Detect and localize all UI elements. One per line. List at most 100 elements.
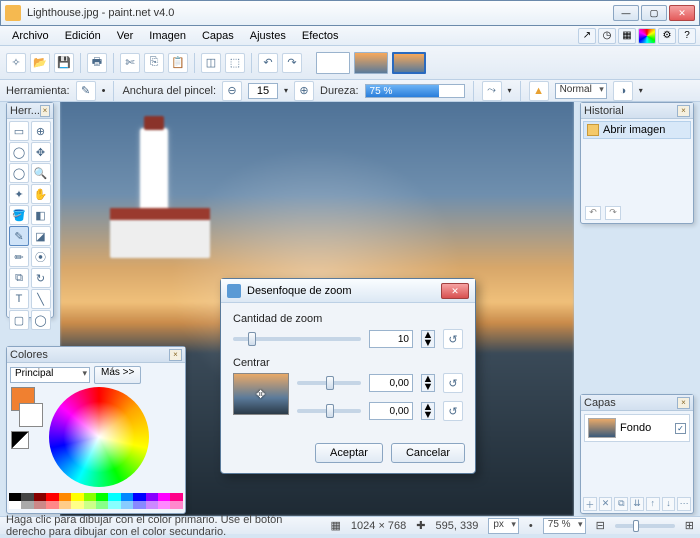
colors-panel-close[interactable]: × [169,349,182,361]
center-y-spinner[interactable]: ▲▼ [421,402,435,420]
layer-duplicate-button[interactable]: ⧉ [614,497,628,511]
tool-move-sel[interactable]: ✥ [31,142,51,162]
paste-button[interactable]: 📋 [168,53,188,73]
tool-fill[interactable]: 🪣 [9,205,29,225]
layer-row[interactable]: Fondo ✓ [584,414,690,442]
dialog-titlebar[interactable]: Desenfoque de zoom ✕ [221,279,475,303]
center-y-reset-button[interactable]: ↺ [443,401,463,421]
zoom-in-button[interactable]: ⊞ [685,519,694,532]
settings-icon[interactable]: ⚙ [658,28,676,44]
layer-props-button[interactable]: ⋯ [677,497,691,511]
tool-line[interactable]: ╲ [31,289,51,309]
menu-ver[interactable]: Ver [109,28,142,44]
colors-more-button[interactable]: Más >> [94,366,141,384]
center-y-slider[interactable] [297,409,361,413]
blend-mode-dropdown[interactable]: Normal [555,83,607,99]
redo-button[interactable]: ↷ [282,53,302,73]
tool-ellipse-select[interactable]: ◯ [9,163,29,183]
print-button[interactable]: 🖶 [87,53,107,73]
tool-lasso[interactable]: ◯ [9,142,29,162]
menu-archivo[interactable]: Archivo [4,28,57,44]
center-x-spinner[interactable]: ▲▼ [421,374,435,392]
tool-rect[interactable]: ▢ [9,310,29,330]
tool-recolor[interactable]: ↻ [31,268,51,288]
dialog-ok-button[interactable]: Aceptar [315,443,383,463]
minimize-button[interactable]: — [613,5,639,21]
amount-input[interactable] [369,330,413,348]
center-x-slider[interactable] [297,381,361,385]
history-undo-button[interactable]: ↶ [585,206,601,220]
panel-toggle-tools-icon[interactable]: ↗ [578,28,596,44]
menu-imagen[interactable]: Imagen [141,28,194,44]
doc-thumb-2[interactable] [354,52,388,74]
layer-up-button[interactable]: ↑ [646,497,660,511]
close-button[interactable]: ✕ [669,5,695,21]
layer-add-button[interactable]: ＋ [583,497,597,511]
doc-thumb-1[interactable] [316,52,350,74]
new-button[interactable]: ✧ [6,53,26,73]
tool-gradient[interactable]: ◧ [31,205,51,225]
hardness-slider[interactable]: 75 % [365,84,465,98]
crop-button[interactable]: ◫ [201,53,221,73]
menu-ajustes[interactable]: Ajustes [242,28,294,44]
layer-visible-checkbox[interactable]: ✓ [675,423,686,434]
layer-delete-button[interactable]: ✕ [599,497,613,511]
color-mode-dropdown[interactable]: Principal [10,367,90,383]
center-preview[interactable] [233,373,289,415]
secondary-swatch[interactable] [19,403,43,427]
tool-wand[interactable]: ✦ [9,184,29,204]
menu-capas[interactable]: Capas [194,28,242,44]
overwrite-icon[interactable]: ◑ [613,81,633,101]
tool-rect-select[interactable]: ▭ [9,121,29,141]
center-x-reset-button[interactable]: ↺ [443,373,463,393]
zoom-dropdown[interactable]: 75 % [543,518,586,534]
zoom-out-button[interactable]: ⊟ [596,519,605,532]
tool-text[interactable]: T [9,289,29,309]
center-y-input[interactable] [369,402,413,420]
blend-icon[interactable]: ▲ [529,81,549,101]
menu-edicion[interactable]: Edición [57,28,109,44]
doc-thumb-3[interactable] [392,52,426,74]
history-redo-button[interactable]: ↷ [605,206,621,220]
tool-clone[interactable]: ⧉ [9,268,29,288]
width-increase-button[interactable]: ⊕ [294,81,314,101]
amount-spinner[interactable]: ▲▼ [421,330,435,348]
tools-panel-close[interactable]: × [40,105,50,117]
dialog-close-button[interactable]: ✕ [441,283,469,299]
unit-dropdown[interactable]: px [488,518,519,534]
tool-brush[interactable]: ✎ [9,226,29,246]
antialias-icon[interactable]: ⤳ [482,81,502,101]
layer-down-button[interactable]: ↓ [662,497,676,511]
zoom-slider[interactable] [615,524,675,528]
open-button[interactable]: 📂 [30,53,50,73]
save-button[interactable]: 💾 [54,53,74,73]
history-panel-close[interactable]: × [677,105,690,117]
tool-move[interactable]: ⊕ [31,121,51,141]
layer-merge-button[interactable]: ⇊ [630,497,644,511]
tool-shapes[interactable]: ◯ [31,310,51,330]
tool-pencil[interactable]: ✏ [9,247,29,267]
amount-reset-button[interactable]: ↺ [443,329,463,349]
history-item[interactable]: Abrir imagen [583,121,691,139]
tool-picker[interactable]: ⦿ [31,247,51,267]
tool-zoom[interactable]: 🔍 [31,163,51,183]
copy-button[interactable]: ⎘ [144,53,164,73]
maximize-button[interactable]: ▢ [641,5,667,21]
undo-button[interactable]: ↶ [258,53,278,73]
current-tool-icon[interactable]: ✎ [76,81,96,101]
layers-panel-close[interactable]: × [677,397,690,409]
panel-toggle-colors-icon[interactable] [638,28,656,44]
help-icon[interactable]: ? [678,28,696,44]
brush-width-input[interactable] [248,83,278,99]
panel-toggle-history-icon[interactable]: ◷ [598,28,616,44]
color-palette[interactable] [9,493,183,511]
color-wheel[interactable] [49,387,149,487]
panel-toggle-layers-icon[interactable]: ▦ [618,28,636,44]
dialog-cancel-button[interactable]: Cancelar [391,443,465,463]
menu-efectos[interactable]: Efectos [294,28,347,44]
width-decrease-button[interactable]: ⊖ [222,81,242,101]
cut-button[interactable]: ✄ [120,53,140,73]
center-x-input[interactable] [369,374,413,392]
deselect-button[interactable]: ⬚ [225,53,245,73]
bw-swatch[interactable] [11,431,29,449]
